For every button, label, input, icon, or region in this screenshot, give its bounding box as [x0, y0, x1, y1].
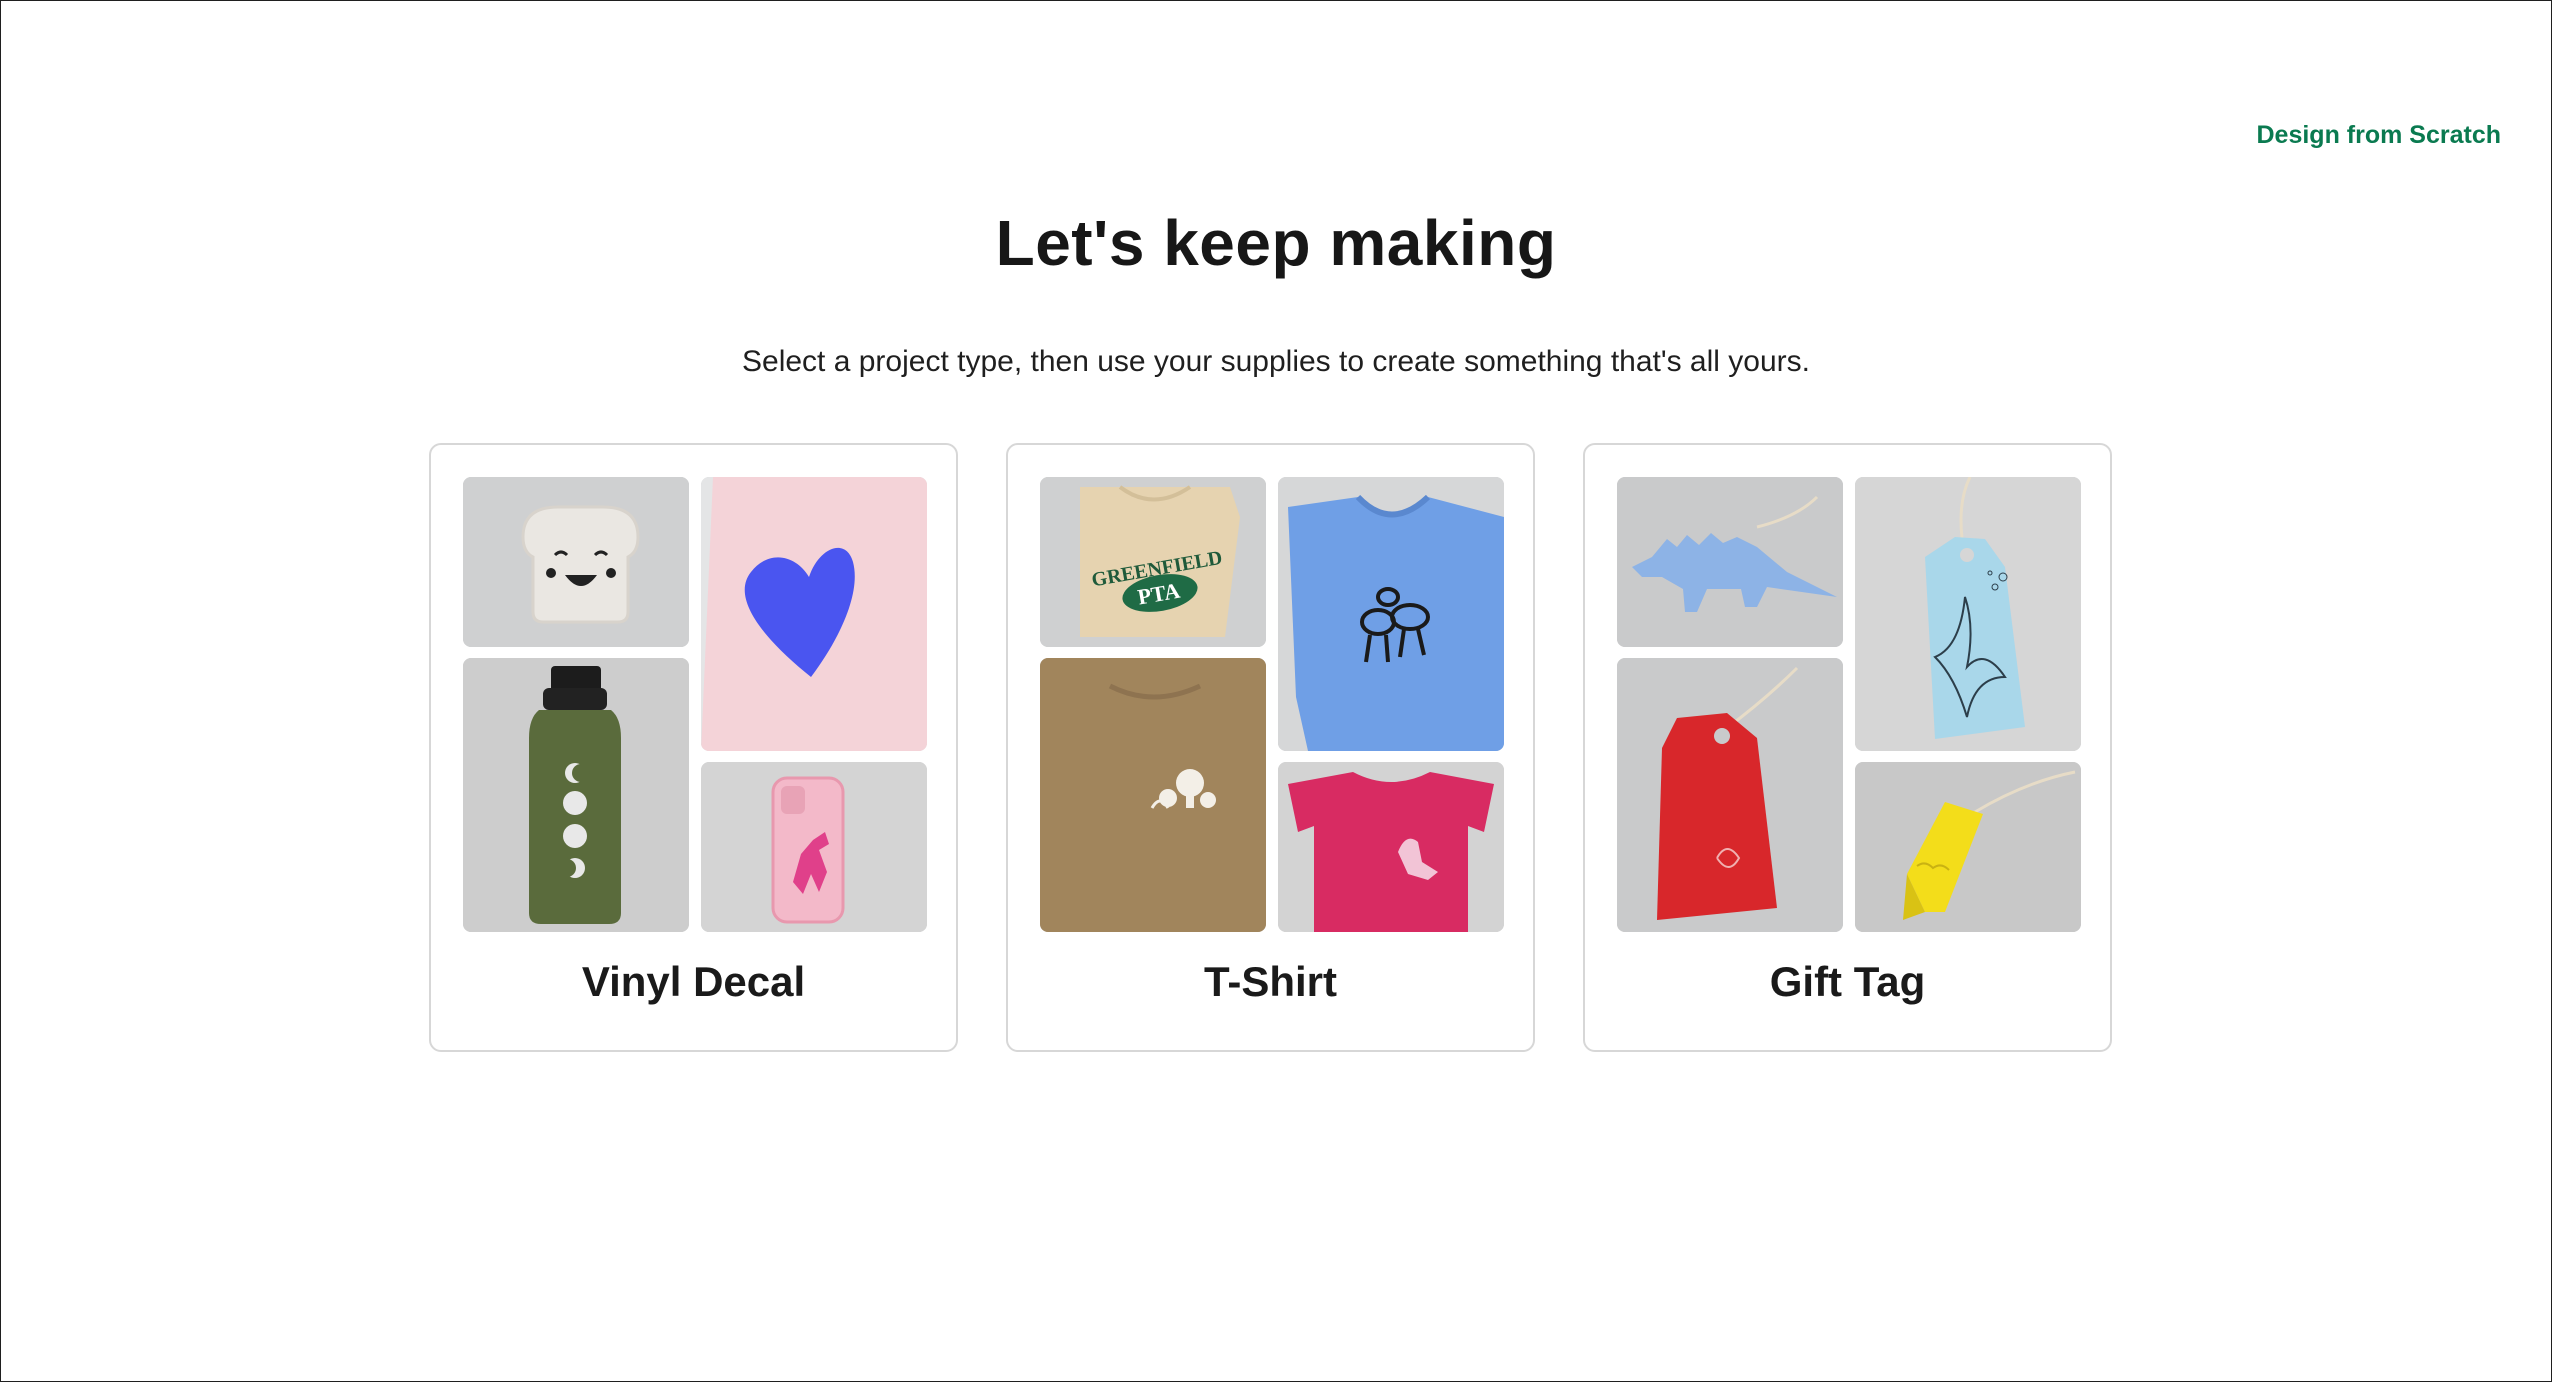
red-tag-photo	[1617, 658, 1843, 932]
pencil-tag-photo	[1855, 762, 2081, 932]
card-label: Gift Tag	[1769, 958, 1926, 1005]
page-subtitle: Select a project type, then use your sup…	[742, 345, 1810, 378]
page-title: Let's keep making	[995, 207, 1557, 279]
heart-notebook-photo	[701, 477, 927, 751]
project-card-gift-tag[interactable]: Gift Tag	[1583, 443, 2112, 1052]
water-bottle-photo	[463, 658, 689, 932]
card-label: Vinyl Decal	[581, 958, 806, 1005]
project-card-vinyl-decal[interactable]: Vinyl Decal	[429, 443, 958, 1052]
dinosaur-tag-photo	[1617, 477, 1843, 647]
page-frame: Design from Scratch Let's keep making Se…	[0, 0, 2552, 1382]
pta-shirt-photo: GREENFIELD PTA	[1040, 477, 1266, 647]
bread-coaster-photo	[463, 477, 689, 647]
pink-shirt-photo	[1278, 762, 1504, 932]
fish-tag-photo	[1855, 477, 2081, 751]
design-from-scratch-link[interactable]: Design from Scratch	[2256, 121, 2501, 150]
photo-grid	[1617, 477, 2082, 932]
blue-shirt-photo	[1278, 477, 1504, 751]
photo-grid	[463, 477, 928, 932]
project-card-t-shirt[interactable]: GREENFIELD PTA T-Shirt	[1006, 443, 1535, 1052]
phone-case-photo	[701, 762, 927, 932]
card-label: T-Shirt	[1204, 958, 1337, 1005]
project-type-cards: Vinyl Decal GREENFIELD PTA T-Shirt Gift …	[429, 443, 2112, 1052]
photo-grid: GREENFIELD PTA	[1040, 477, 1505, 932]
brown-shirt-photo	[1040, 658, 1266, 932]
